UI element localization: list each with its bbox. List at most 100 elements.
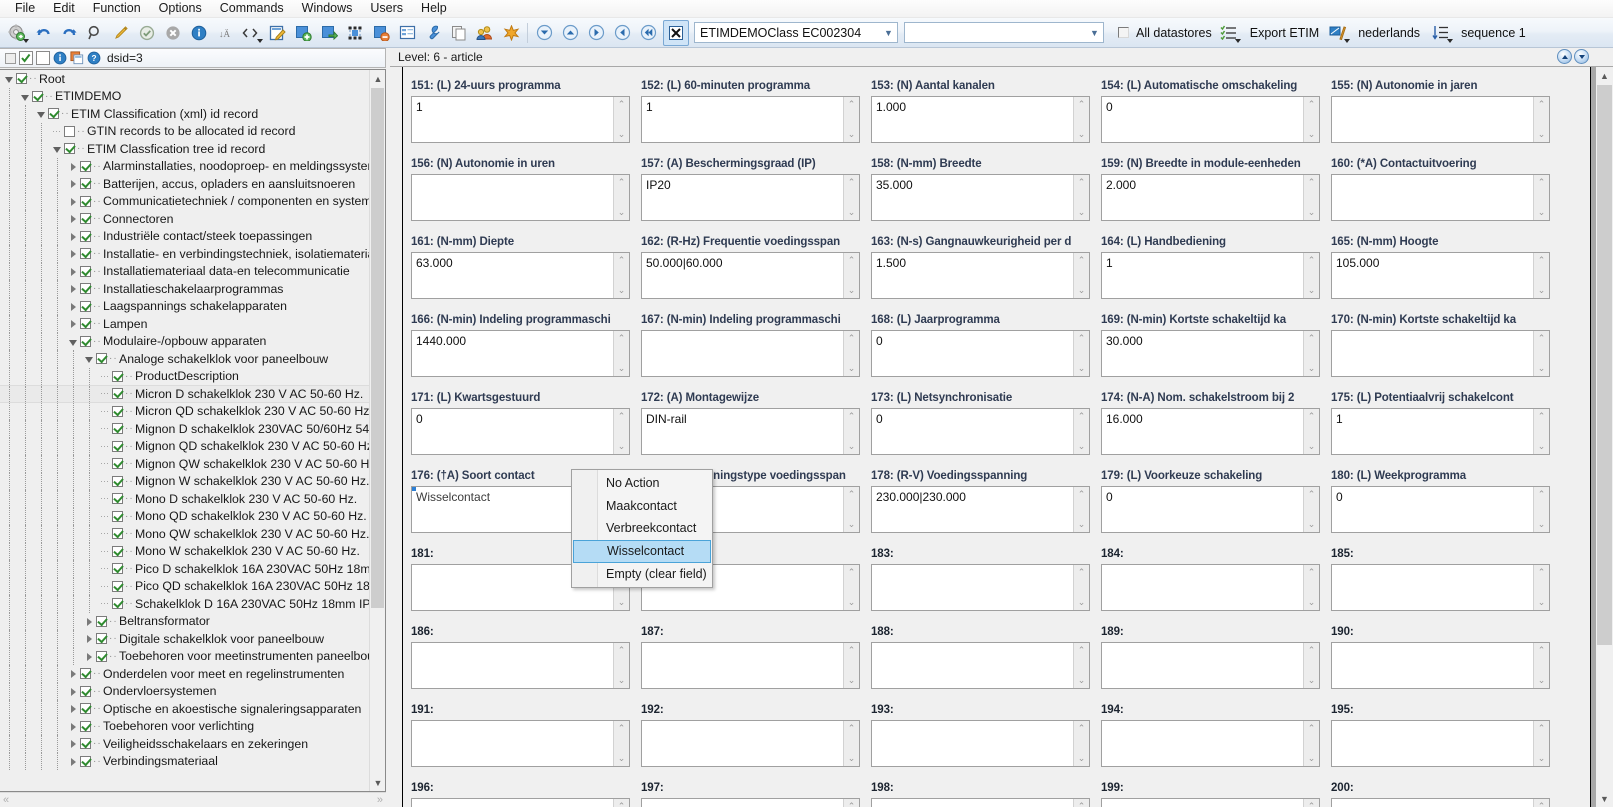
expand-arrow-open-icon[interactable] [4,73,15,84]
expand-arrow-open-icon[interactable] [84,353,95,364]
spinner-down-icon[interactable]: ⌄ [848,285,856,296]
field-input[interactable]: ⌃⌄ [1331,330,1550,377]
tree-node-checkbox[interactable] [80,721,91,732]
tree-node-checkbox[interactable] [96,651,107,662]
field-input[interactable]: ⌃⌄ [1331,174,1550,221]
spinner-up-icon[interactable]: ⌃ [1538,645,1546,656]
tree-node-checkbox[interactable] [112,371,123,382]
tree-node-checkbox[interactable] [112,441,123,452]
field-value[interactable]: 230.000|230.000 [872,487,1073,532]
spinner-up-icon[interactable]: ⌃ [848,99,856,110]
expand-arrow-closed-icon[interactable] [84,633,95,644]
expand-arrow-closed-icon[interactable] [68,756,79,767]
field-value[interactable]: 2.000 [1102,175,1303,220]
spinner-up-icon[interactable]: ⌃ [1538,723,1546,734]
class-filter-icon[interactable] [663,20,689,46]
spinner-down-icon[interactable]: ⌄ [1538,285,1546,296]
tree-node[interactable]: ··Analoge schakelklok voor paneelbouw [0,350,369,368]
approve-stamp-icon[interactable] [134,20,160,46]
spinner-down-icon[interactable]: ⌄ [1308,363,1316,374]
tree-node-checkbox[interactable] [80,318,91,329]
expand-arrow-closed-icon[interactable] [68,301,79,312]
menu-item-help[interactable]: Help [412,0,456,18]
spinner-up-icon[interactable]: ⌃ [1078,567,1086,578]
spinner-up-icon[interactable]: ⌃ [1078,333,1086,344]
field-input[interactable]: ⌃⌄ [641,642,860,689]
menu-item-commands[interactable]: Commands [211,0,293,18]
tree-node[interactable]: ··Alarminstallaties, noodoproep- en meld… [0,158,369,176]
scroll-down-icon[interactable]: ▼ [370,774,386,791]
field-scroll-spinner[interactable]: ⌃⌄ [1533,253,1549,298]
expand-arrow-closed-icon[interactable] [68,283,79,294]
spinner-down-icon[interactable]: ⌄ [1308,285,1316,296]
spinner-up-icon[interactable]: ⌃ [848,333,856,344]
field-value[interactable] [642,721,843,766]
spinner-down-icon[interactable]: ⌄ [848,207,856,218]
tree-scroll-area[interactable]: ··Root··ETIMDEMO··ETIM Classification (x… [0,70,369,791]
field-value[interactable]: 0 [1332,487,1533,532]
tree-node[interactable]: ·····GTIN records to be allocated id rec… [0,123,369,141]
form-view-icon[interactable] [394,20,420,46]
spinner-down-icon[interactable]: ⌄ [1078,441,1086,452]
field-input[interactable]: ⌃⌄ [871,642,1090,689]
context-menu-item[interactable]: Wisselcontact [573,540,711,563]
scroll-left-icon[interactable]: « [3,794,9,806]
field-scroll-spinner[interactable]: ⌃⌄ [843,253,859,298]
spinner-down-icon[interactable]: ⌄ [1078,597,1086,608]
field-scroll-spinner[interactable]: ⌃⌄ [1533,643,1549,688]
field-value[interactable]: 16.000 [1102,409,1303,454]
field-scroll-spinner[interactable]: ⌃⌄ [843,409,859,454]
spinner-down-icon[interactable]: ⌄ [848,129,856,140]
spinner-down-icon[interactable]: ⌄ [618,285,626,296]
spinner-up-icon[interactable]: ⌃ [1308,177,1316,188]
sort-az-icon[interactable]: ↓Ä [212,20,238,46]
expand-arrow-closed-icon[interactable] [68,738,79,749]
spinner-down-icon[interactable]: ⌄ [1538,363,1546,374]
field-value[interactable] [1332,565,1533,610]
tree-node-checkbox[interactable] [80,756,91,767]
spinner-down-icon[interactable]: ⌄ [1308,207,1316,218]
chevron-down-icon[interactable] [1447,39,1453,43]
select-nodes-icon[interactable] [342,20,368,46]
tree-node-checkbox[interactable] [96,616,107,627]
field-scroll-spinner[interactable]: ⌃⌄ [1303,97,1319,142]
expand-arrow-open-icon[interactable] [20,91,31,102]
spinner-down-icon[interactable]: ⌄ [1078,207,1086,218]
field-scroll-spinner[interactable]: ⌃⌄ [1073,175,1089,220]
tree-node-checkbox[interactable] [80,283,91,294]
tree-node[interactable]: ·····Pico QD schakelklok 16A 230VAC 50Hz… [0,578,369,596]
field-input[interactable]: 0⌃⌄ [1331,486,1550,533]
spinner-up-icon[interactable]: ⌃ [848,723,856,734]
scroll-up-icon[interactable]: ▲ [370,70,386,87]
level-up-icon[interactable] [1557,49,1572,64]
tree-node[interactable]: ·····ProductDescription [0,368,369,386]
class-selector-combo[interactable]: ETIMDEMOClass EC002304 ▼ [694,22,898,43]
star-icon[interactable] [498,20,524,46]
field-scroll-spinner[interactable]: ⌃⌄ [613,331,629,376]
export-flag-icon[interactable] [1325,20,1351,46]
tree-node-checkbox[interactable] [80,266,91,277]
tree-node-checkbox[interactable] [80,196,91,207]
spinner-up-icon[interactable]: ⌃ [848,801,856,807]
tree-node-checkbox[interactable] [112,563,123,574]
tree-node[interactable]: ··Toebehoren voor verlichting [0,718,369,736]
tree-node-checkbox[interactable] [80,178,91,189]
spinner-down-icon[interactable]: ⌄ [618,753,626,764]
field-scroll-spinner[interactable]: ⌃⌄ [843,487,859,532]
field-input[interactable]: 1⌃⌄ [411,96,630,143]
tree-node[interactable]: ·····Mignon D schakelklok 230VAC 50/60Hz… [0,420,369,438]
tree-node[interactable]: ··Laagspannings schakelapparaten [0,298,369,316]
tree-node[interactable]: ··ETIM Classfication tree id record [0,140,369,158]
spinner-down-icon[interactable]: ⌄ [618,363,626,374]
spinner-up-icon[interactable]: ⌃ [618,99,626,110]
spinner-up-icon[interactable]: ⌃ [1078,411,1086,422]
field-input[interactable]: 50.000|60.000⌃⌄ [641,252,860,299]
field-value[interactable] [642,799,843,807]
tree-node-checkbox[interactable] [96,633,107,644]
field-scroll-spinner[interactable]: ⌃⌄ [1303,253,1319,298]
expand-arrow-closed-icon[interactable] [68,196,79,207]
field-input[interactable]: DIN-rail⌃⌄ [641,408,860,455]
spinner-down-icon[interactable]: ⌄ [1078,285,1086,296]
info-icon[interactable] [53,51,67,65]
spinner-up-icon[interactable]: ⌃ [1078,177,1086,188]
